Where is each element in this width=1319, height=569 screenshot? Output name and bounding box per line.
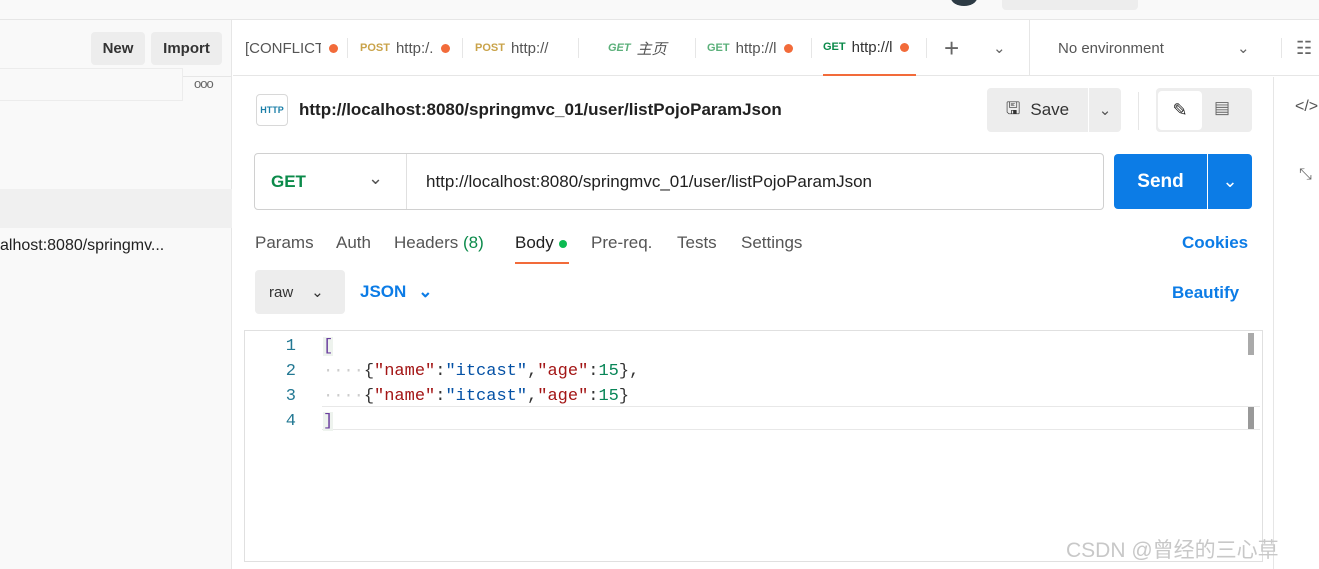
line-number: 2 [285, 362, 296, 381]
chevron-down-icon: ⌄ [311, 284, 324, 301]
search-input[interactable] [0, 68, 183, 101]
tab-label: http:/. [395, 39, 434, 57]
tab-headers[interactable]: Headers (8) [394, 233, 484, 253]
body-mode-select[interactable]: raw ⌄ [255, 270, 345, 314]
tab-body[interactable]: Body [515, 233, 569, 264]
unsaved-dot [329, 43, 338, 53]
tab-params[interactable]: Params [255, 233, 314, 253]
request-title[interactable]: http://localhost:8080/springmvc_01/user/… [299, 100, 782, 120]
body-mode-label: raw [269, 283, 294, 301]
new-button[interactable]: New [91, 32, 145, 65]
environment-select[interactable]: No environment [1058, 20, 1164, 76]
tab[interactable]: GET http://l [707, 20, 794, 76]
tab-active[interactable]: GET http://l [823, 20, 916, 76]
top-button[interactable] [1002, 0, 1138, 10]
body-format-label: JSON [360, 282, 407, 301]
beautify-button[interactable]: Beautify [1172, 283, 1239, 303]
tab[interactable]: POST http:// [475, 20, 548, 76]
code-content[interactable]: [ ····{"name":"itcast","age":15}, ····{"… [323, 334, 639, 434]
tab-label: [CONFLICT [245, 39, 321, 57]
new-tab-plus-icon[interactable]: + [944, 20, 959, 76]
send-chevron-down-icon[interactable]: ⌄ [1208, 154, 1252, 209]
environment-chevron-down-icon[interactable]: ⌄ [1237, 20, 1250, 76]
cookies-link[interactable]: Cookies [1182, 233, 1248, 253]
scrollbar[interactable] [1248, 333, 1254, 355]
tab[interactable]: GET 主页 [608, 20, 667, 76]
comment-icon[interactable]: ▤ [1214, 98, 1230, 118]
tab-bar: [CONFLICT POST http:/. POST http:// GET 主页 … [233, 20, 1319, 76]
line-number: 3 [285, 387, 296, 406]
tab[interactable]: POST http:/. [360, 20, 451, 76]
method-badge: POST [360, 42, 390, 54]
body-dot [558, 239, 567, 248]
unsaved-dot [900, 42, 910, 52]
save-icon: 🖫 [1005, 98, 1021, 118]
sidebar-item[interactable]: alhost:8080/springmv... [0, 237, 164, 255]
save-button[interactable]: 🖫 Save [987, 88, 1088, 132]
environment-label: No environment [1058, 39, 1164, 57]
http-icon: HTTP [256, 94, 288, 126]
headers-label: Headers [394, 233, 459, 252]
tab-label: http://l [851, 38, 893, 56]
sidebar [0, 20, 232, 569]
method-badge: POST [475, 42, 505, 54]
headers-count: (8) [463, 233, 484, 252]
import-button[interactable]: Import [151, 32, 222, 65]
url-input[interactable]: http://localhost:8080/springmvc_01/user/… [426, 172, 872, 192]
line-numbers: 1 2 3 4 [284, 334, 296, 434]
unsaved-dot [784, 43, 794, 53]
tab-auth[interactable]: Auth [336, 233, 371, 253]
method-select[interactable]: GET [271, 172, 306, 192]
more-icon[interactable]: ooo [194, 76, 214, 91]
tab-prereq[interactable]: Pre-req. [591, 233, 652, 253]
method-chevron-down-icon[interactable]: ⌄ [368, 168, 383, 189]
tab-label: http:// [510, 39, 549, 57]
save-chevron-down-icon[interactable]: ⌄ [1089, 88, 1121, 132]
pencil-icon[interactable]: ✎ [1158, 91, 1202, 130]
line-number: 1 [285, 337, 296, 356]
tabs-chevron-down-icon[interactable]: ⌄ [993, 20, 1006, 76]
related-collapse-icon[interactable]: ⤡ [1299, 166, 1312, 184]
chevron-down-icon: ⌄ [418, 282, 433, 301]
sidebar-selected-row[interactable] [0, 189, 232, 228]
method-badge: GET [707, 42, 730, 54]
send-button[interactable]: Send [1114, 154, 1207, 209]
tab-tests[interactable]: Tests [677, 233, 717, 253]
line-number: 4 [285, 412, 296, 431]
body-label: Body [515, 233, 554, 252]
method-badge: GET [823, 41, 846, 53]
method-badge: GET [608, 42, 631, 54]
tab-label: 主页 [636, 40, 667, 58]
watermark: CSDN @曾经的三心草 [1066, 539, 1279, 562]
scrollbar-marker [1248, 407, 1254, 429]
tab-settings[interactable]: Settings [741, 233, 802, 253]
tab[interactable]: [CONFLICT [245, 20, 338, 76]
unsaved-dot [441, 43, 451, 53]
tab-label: http://l [735, 39, 777, 57]
save-label: Save [1030, 100, 1070, 119]
body-format-select[interactable]: JSON ⌄ [360, 282, 433, 302]
environment-quicklook-icon[interactable]: ☷ [1296, 20, 1312, 76]
code-icon[interactable]: </> [1295, 98, 1318, 116]
